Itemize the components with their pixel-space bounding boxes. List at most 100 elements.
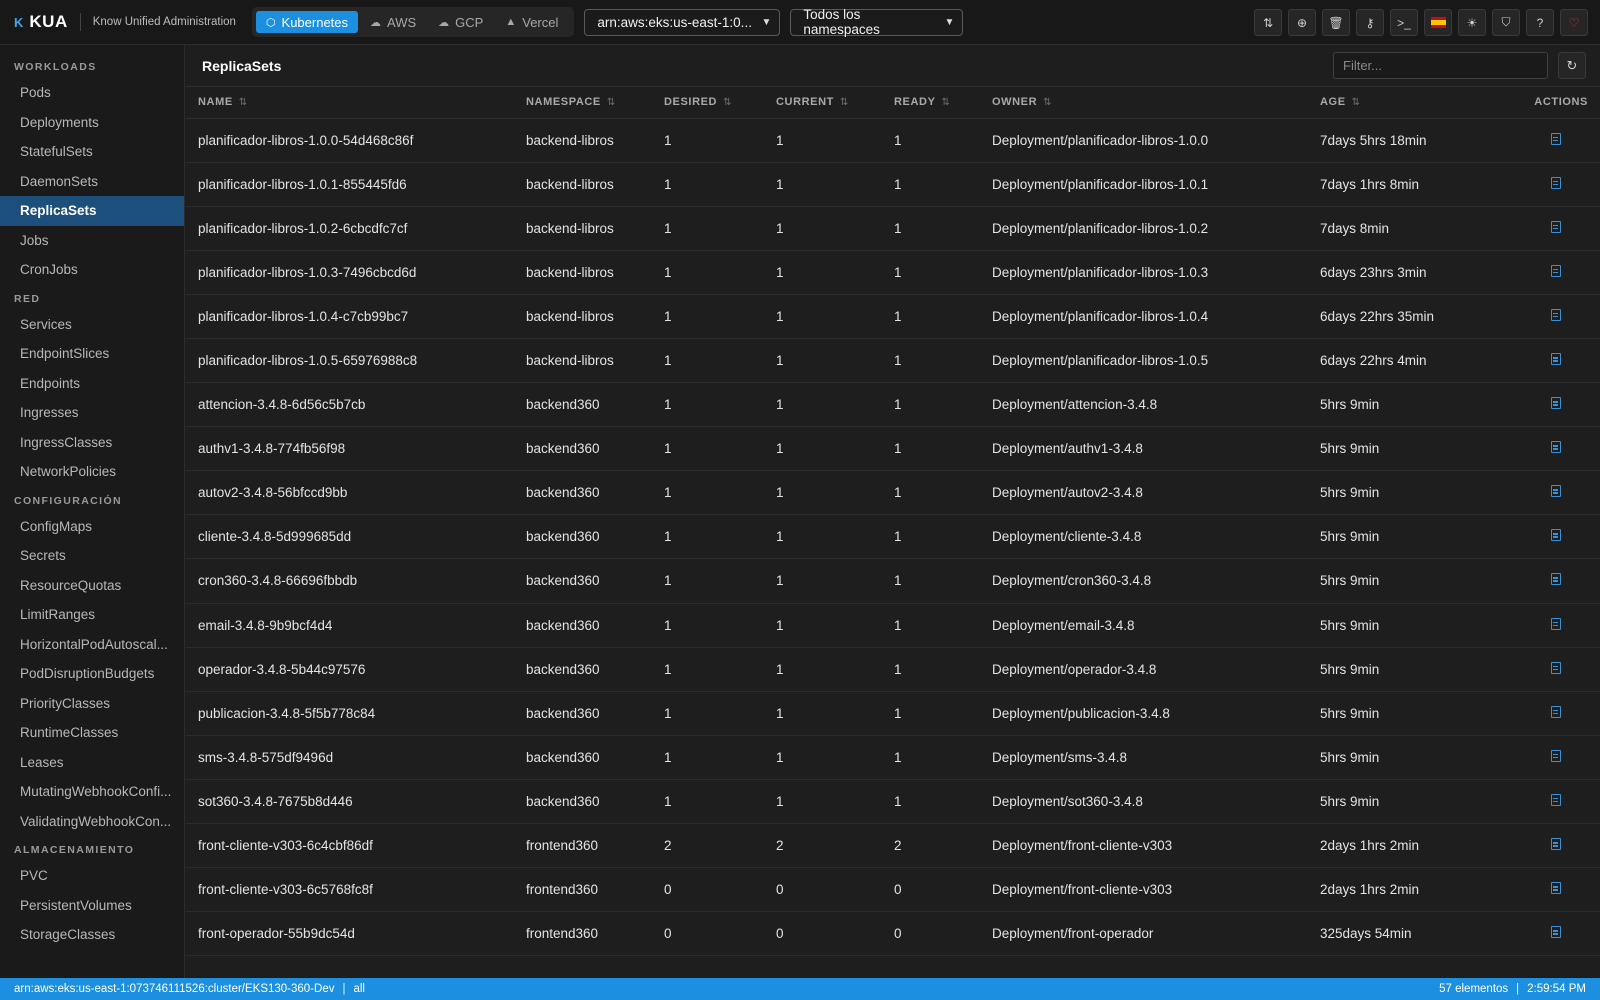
tab-kubernetes[interactable]: ⬡ Kubernetes bbox=[255, 11, 359, 33]
tab-aws[interactable]: ☁ AWS bbox=[360, 11, 426, 33]
view-yaml-icon[interactable] bbox=[1551, 926, 1561, 939]
column-header-ready[interactable]: READY ⇅ bbox=[882, 87, 980, 119]
sidebar-item-replicasets[interactable]: ReplicaSets bbox=[0, 196, 184, 226]
sidebar-item-services[interactable]: Services bbox=[0, 310, 184, 340]
key-icon[interactable]: ⚷ bbox=[1356, 9, 1384, 36]
view-yaml-icon[interactable] bbox=[1551, 793, 1561, 806]
table-row[interactable]: front-cliente-v303-6c5768fc8f frontend360… bbox=[186, 867, 1600, 913]
sort-icon[interactable]: ⇅ bbox=[607, 97, 616, 108]
sidebar-item-storageclasses[interactable]: StorageClasses bbox=[0, 920, 184, 950]
refresh-button[interactable]: ↻ bbox=[1558, 52, 1586, 79]
view-yaml-icon[interactable] bbox=[1551, 705, 1561, 718]
sidebar-item-statefulsets[interactable]: StatefulSets bbox=[0, 137, 184, 167]
sidebar-item-deployments[interactable]: Deployments bbox=[0, 108, 184, 138]
table-row[interactable]: planificador-libros-1.0.2-6cbcdfc7cf back… bbox=[186, 206, 1600, 251]
column-header-owner[interactable]: OWNER ⇅ bbox=[980, 87, 1308, 119]
view-yaml-icon[interactable] bbox=[1551, 749, 1561, 762]
sidebar-item-leases[interactable]: Leases bbox=[0, 748, 184, 778]
view-yaml-icon[interactable] bbox=[1551, 485, 1561, 498]
view-yaml-icon[interactable] bbox=[1551, 882, 1561, 895]
table-row[interactable]: cron360-3.4.8-66696fbbdb backend360 1 1 1 Dep… bbox=[186, 558, 1600, 604]
filter-input[interactable] bbox=[1333, 52, 1548, 79]
spain-flag-icon[interactable] bbox=[1424, 9, 1452, 36]
view-yaml-icon[interactable] bbox=[1551, 176, 1561, 189]
terminal-icon[interactable]: >_ bbox=[1390, 9, 1418, 36]
cell-name: publicacion-3.4.8-5f5b778c84 bbox=[186, 691, 514, 736]
tab-vercel[interactable]: ▲ Vercel bbox=[495, 11, 568, 33]
table-row[interactable]: planificador-libros-1.0.0-54d468c86f back… bbox=[186, 118, 1600, 163]
sidebar-item-persistentvolumes[interactable]: PersistentVolumes bbox=[0, 891, 184, 921]
view-yaml-icon[interactable] bbox=[1551, 353, 1561, 366]
heart-icon[interactable]: ♡ bbox=[1560, 9, 1588, 36]
sidebar-item-pvc[interactable]: PVC bbox=[0, 861, 184, 891]
table-row[interactable]: authv1-3.4.8-774fb56f98 backend360 1 1 1 Depl… bbox=[186, 426, 1600, 472]
view-yaml-icon[interactable] bbox=[1551, 308, 1561, 321]
sidebar-item-validatingwebhookconfigurations[interactable]: ValidatingWebhookCon... bbox=[0, 807, 184, 837]
sidebar-item-endpoints[interactable]: Endpoints bbox=[0, 369, 184, 399]
table-row[interactable]: planificador-libros-1.0.3-7496cbcd6d back… bbox=[186, 250, 1600, 295]
sort-icon[interactable]: ⇅ bbox=[723, 97, 732, 108]
table-row[interactable]: sms-3.4.8-575df9496d backend360 1 1 1 Deploym… bbox=[186, 735, 1600, 780]
sort-icon[interactable]: ⇅ bbox=[840, 97, 849, 108]
trash-icon[interactable]: 🗑 bbox=[1322, 9, 1350, 36]
table-row[interactable]: sot360-3.4.8-7675b8d446 backend360 1 1 1 Depl… bbox=[186, 779, 1600, 825]
shield-icon[interactable]: ⛉ bbox=[1492, 9, 1520, 36]
view-yaml-icon[interactable] bbox=[1551, 132, 1561, 145]
table-row[interactable]: autov2-3.4.8-56bfccd9bb backend360 1 1 1 Depl… bbox=[186, 470, 1600, 516]
sidebar-item-limitranges[interactable]: LimitRanges bbox=[0, 600, 184, 630]
view-yaml-icon[interactable] bbox=[1551, 441, 1561, 454]
table-row[interactable]: planificador-libros-1.0.4-c7cb99bc7 backe… bbox=[186, 294, 1600, 339]
sidebar-item-pods[interactable]: Pods bbox=[0, 78, 184, 108]
sidebar-item-ingresses[interactable]: Ingresses bbox=[0, 398, 184, 428]
sidebar-item-ingressclasses[interactable]: IngressClasses bbox=[0, 428, 184, 458]
view-yaml-icon[interactable] bbox=[1551, 838, 1561, 851]
help-icon[interactable]: ? bbox=[1526, 9, 1554, 36]
sidebar-item-runtimeclasses[interactable]: RuntimeClasses bbox=[0, 718, 184, 748]
column-header-desired[interactable]: DESIRED ⇅ bbox=[652, 87, 764, 119]
cluster-select[interactable]: arn:aws:eks:us-east-1:0... ▼ bbox=[584, 8, 781, 36]
tab-gcp[interactable]: ☁ GCP bbox=[428, 11, 493, 33]
table-row[interactable]: publicacion-3.4.8-5f5b778c84 backend360 1 1… bbox=[186, 691, 1600, 736]
view-yaml-icon[interactable] bbox=[1551, 264, 1561, 277]
cell-age: 6days 22hrs 4min bbox=[1308, 338, 1492, 384]
table-row[interactable]: front-cliente-v303-6c4cbf86df frontend360… bbox=[186, 823, 1600, 869]
sort-icon[interactable]: ⇅ bbox=[1043, 97, 1052, 108]
table-row[interactable]: cliente-3.4.8-5d999685dd backend360 1 1 1 Dep… bbox=[186, 514, 1600, 560]
sidebar-item-networkpolicies[interactable]: NetworkPolicies bbox=[0, 457, 184, 487]
sidebar-item-mutatingwebhookconfigurations[interactable]: MutatingWebhookConfi... bbox=[0, 777, 184, 807]
swap-icon[interactable]: ⇅ bbox=[1254, 9, 1282, 36]
sidebar-item-poddisruptionbudgets[interactable]: PodDisruptionBudgets bbox=[0, 659, 184, 689]
sidebar-item-configmaps[interactable]: ConfigMaps bbox=[0, 512, 184, 542]
view-yaml-icon[interactable] bbox=[1551, 529, 1561, 542]
sort-icon[interactable]: ⇅ bbox=[942, 97, 951, 108]
table-row[interactable]: email-3.4.8-9b9bcf4d4 backend360 1 1 1 Deploy… bbox=[186, 603, 1600, 648]
table-row[interactable]: planificador-libros-1.0.1-855445fd6 backe… bbox=[186, 162, 1600, 207]
sort-icon[interactable]: ⇅ bbox=[1352, 97, 1361, 108]
sidebar-item-endpointslices[interactable]: EndpointSlices bbox=[0, 339, 184, 369]
column-header-name[interactable]: NAME ⇅ bbox=[186, 87, 514, 119]
sidebar-item-daemonsets[interactable]: DaemonSets bbox=[0, 167, 184, 197]
column-header-age[interactable]: AGE ⇅ bbox=[1308, 87, 1492, 119]
view-yaml-icon[interactable] bbox=[1551, 220, 1561, 233]
namespace-select[interactable]: Todos los namespaces ▼ bbox=[790, 7, 964, 37]
plus-circle-icon[interactable]: ⊕ bbox=[1288, 9, 1316, 36]
sun-icon[interactable]: ☀ bbox=[1458, 9, 1486, 36]
sidebar-item-priorityclasses[interactable]: PriorityClasses bbox=[0, 689, 184, 719]
sidebar-item-jobs[interactable]: Jobs bbox=[0, 226, 184, 256]
column-header-current[interactable]: CURRENT ⇅ bbox=[764, 87, 882, 119]
table-row[interactable]: front-operador-55b9dc54d frontend360 0 0 0 De… bbox=[186, 911, 1600, 957]
view-yaml-icon[interactable] bbox=[1551, 617, 1561, 630]
view-yaml-icon[interactable] bbox=[1551, 661, 1561, 674]
table-row[interactable]: operador-3.4.8-5b44c97576 backend360 1 1 1 De… bbox=[186, 647, 1600, 692]
view-yaml-icon[interactable] bbox=[1551, 397, 1561, 410]
sort-icon[interactable]: ⇅ bbox=[239, 97, 248, 108]
sidebar-item-resourcequotas[interactable]: ResourceQuotas bbox=[0, 571, 184, 601]
table-row[interactable]: planificador-libros-1.0.5-65976988c8 back… bbox=[186, 338, 1600, 384]
column-header-namespace[interactable]: NAMESPACE ⇅ bbox=[514, 87, 652, 119]
sidebar-item-secrets[interactable]: Secrets bbox=[0, 541, 184, 571]
sidebar-item-cronjobs[interactable]: CronJobs bbox=[0, 255, 184, 285]
brand[interactable]: K KUA Know Unified Administration bbox=[0, 12, 236, 32]
sidebar-item-horizontalpodautoscalers[interactable]: HorizontalPodAutoscal... bbox=[0, 630, 184, 660]
view-yaml-icon[interactable] bbox=[1551, 573, 1561, 586]
table-row[interactable]: attencion-3.4.8-6d56c5b7cb backend360 1 1 1 D… bbox=[186, 382, 1600, 428]
